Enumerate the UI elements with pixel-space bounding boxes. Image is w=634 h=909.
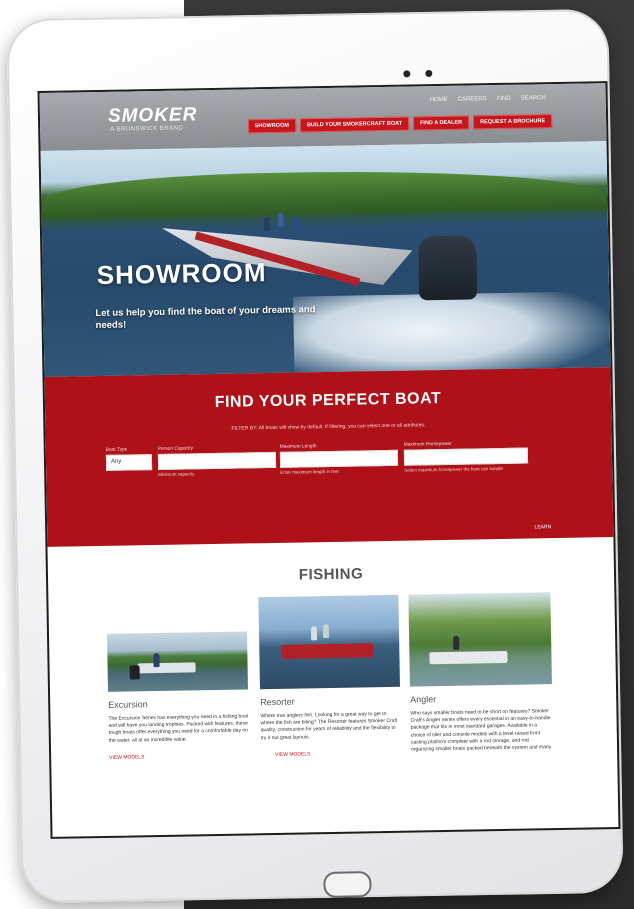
boat-type-value: Any (110, 458, 122, 465)
angler-photo[interactable] (408, 592, 552, 687)
max-length-input[interactable] (279, 449, 399, 468)
excursion-name[interactable]: Excursion (108, 697, 248, 710)
top-link-careers[interactable]: CAREERS (458, 96, 487, 103)
home-button[interactable] (323, 871, 372, 898)
sensor-dot (425, 69, 433, 78)
camera-dot (403, 70, 411, 78)
excursion-photo[interactable] (107, 631, 248, 692)
excursion-description: The Excursion Series has everything you … (108, 713, 249, 744)
model-card-excursion[interactable]: Excursion The Excursion Series has every… (107, 631, 249, 761)
boat-finder: FIND YOUR PERFECT BOAT FILTER BY: All bo… (44, 367, 614, 547)
resorter-view-models-link[interactable]: VIEW MODELS (275, 750, 401, 758)
model-card-resorter[interactable]: Resorter Where true anglers fish. Lookin… (258, 594, 401, 758)
angler-description: Who says smaller boats need to be short … (410, 708, 553, 753)
finder-note: FILTER BY: All boats will show by defaul… (231, 422, 426, 432)
model-card-angler[interactable]: Angler Who says smaller boats need to be… (408, 592, 553, 754)
request-brochure-button[interactable]: REQUEST A BROCHURE (473, 114, 553, 130)
site-logo[interactable]: SMOKER (108, 104, 198, 128)
find-dealer-button[interactable]: FIND A DEALER (412, 115, 470, 131)
hero-person (293, 216, 300, 231)
build-boat-button[interactable]: BUILD YOUR SMOKERCRAFT BOAT (299, 116, 410, 133)
tablet-screen: SMOKER A BRUNSWICK BRAND HOME CAREERS FI… (37, 81, 621, 839)
resorter-person (310, 626, 318, 641)
max-horsepower-input[interactable] (403, 447, 529, 466)
boat-type-field: Boat Type Any (105, 447, 153, 471)
hero-title: SHOWROOM (96, 257, 267, 291)
boat-type-label: Boat Type (105, 447, 128, 453)
site-header: SMOKER A BRUNSWICK BRAND HOME CAREERS FI… (39, 83, 607, 151)
resorter-photo[interactable] (258, 594, 400, 690)
resorter-name[interactable]: Resorter (260, 695, 400, 708)
section-title-fishing: FISHING (298, 565, 364, 584)
excursion-view-models-link[interactable]: VIEW MODELS (109, 752, 249, 761)
hero-person (263, 216, 270, 232)
hero-wake (293, 291, 611, 377)
max-length-hint: Enter maximum length in feet (280, 468, 339, 475)
max-length-field: Maximum Length Enter maximum length in f… (280, 443, 399, 475)
hero-treeline (41, 167, 608, 219)
angler-person (453, 635, 460, 650)
excursion-boat (137, 662, 196, 674)
person-capacity-hint: Minimum capacity (158, 471, 195, 477)
resorter-description: Where true anglers fish. Looking for a g… (260, 711, 398, 741)
angler-boat (429, 650, 508, 665)
primary-nav: SHOWROOM BUILD YOUR SMOKERCRAFT BOAT FIN… (247, 114, 553, 134)
excursion-person (153, 652, 160, 668)
hero-outboard-motor (418, 235, 478, 301)
boat-type-select[interactable]: Any (105, 454, 153, 471)
top-link-search[interactable]: SEARCH (521, 95, 546, 101)
max-horsepower-hint: Select maximum horsepower the boat can h… (404, 465, 504, 473)
resorter-boat (281, 643, 374, 659)
person-capacity-input[interactable] (157, 451, 277, 470)
person-capacity-label: Person Capacity (157, 446, 194, 452)
resorter-person (322, 624, 330, 639)
finder-learn-link[interactable]: LEARN (534, 524, 551, 530)
angler-name[interactable]: Angler (410, 692, 552, 704)
excursion-motor (129, 665, 140, 680)
showroom-button[interactable]: SHOWROOM (247, 118, 297, 134)
person-capacity-field: Person Capacity Minimum capacity (158, 445, 277, 477)
hero-banner: SHOWROOM Let us help you find the boat o… (40, 141, 611, 377)
top-link-home[interactable]: HOME (430, 97, 448, 103)
top-links: HOME CAREERS FIND SEARCH (430, 95, 546, 103)
hero-subtitle: Let us help you find the boat of your dr… (95, 304, 316, 332)
max-length-label: Maximum Length (279, 444, 317, 450)
max-horsepower-field: Maximum Horsepower Select maximum horsep… (404, 441, 529, 473)
finder-title: FIND YOUR PERFECT BOAT (214, 390, 442, 411)
max-horsepower-label: Maximum Horsepower (403, 441, 452, 448)
top-link-find[interactable]: FIND (497, 96, 511, 102)
logo-subtitle: A BRUNSWICK BRAND (110, 125, 184, 133)
hero-person (277, 212, 284, 227)
